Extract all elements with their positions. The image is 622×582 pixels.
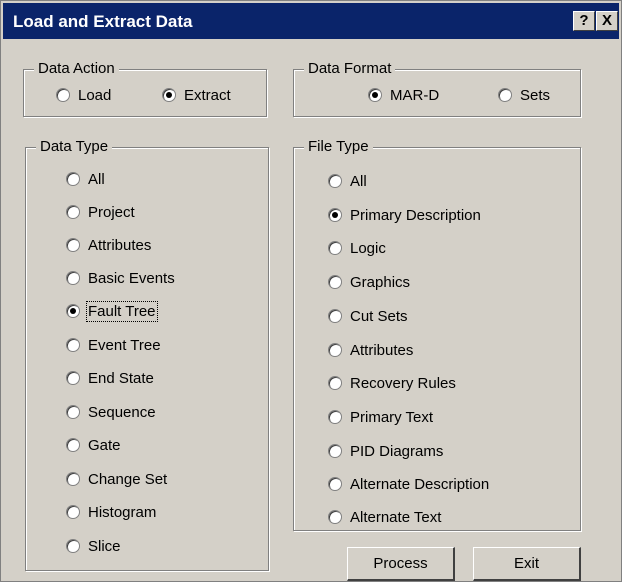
file-type-radio-logic[interactable] (328, 241, 342, 255)
radio-mard-label: MAR-D (390, 86, 440, 104)
file-type-label-all: All (350, 172, 367, 190)
file-type-option-alternate-description[interactable]: Alternate Description (328, 473, 489, 495)
file-type-option-all[interactable]: All (328, 170, 367, 192)
exit-button[interactable]: Exit (473, 547, 581, 581)
radio-sets-circle[interactable] (498, 88, 512, 102)
radio-load[interactable]: Load (56, 84, 111, 106)
file-type-radio-pid-diagrams[interactable] (328, 444, 342, 458)
window-title: Load and Extract Data (13, 12, 193, 31)
data-type-label-histogram: Histogram (88, 503, 157, 521)
data-type-option-sequence[interactable]: Sequence (66, 401, 156, 423)
file-type-radio-graphics[interactable] (328, 275, 342, 289)
data-type-radio-change-set[interactable] (66, 472, 80, 486)
radio-sets[interactable]: Sets (498, 84, 550, 106)
file-type-label-attributes: Attributes (350, 341, 414, 359)
data-type-radio-gate[interactable] (66, 438, 80, 452)
data-type-label-attributes: Attributes (88, 236, 152, 254)
data-type-option-histogram[interactable]: Histogram (66, 501, 156, 523)
radio-sets-label: Sets (520, 86, 551, 104)
data-type-option-slice[interactable]: Slice (66, 535, 121, 557)
file-type-option-pid-diagrams[interactable]: PID Diagrams (328, 440, 443, 462)
file-type-radio-primary-description[interactable] (328, 208, 342, 222)
file-type-label-logic: Logic (350, 239, 386, 257)
radio-extract-circle[interactable] (162, 88, 176, 102)
file-type-radio-attributes[interactable] (328, 343, 342, 357)
data-type-label-project: Project (88, 203, 135, 221)
data-type-label-all: All (88, 170, 105, 188)
file-type-label-alternate-text: Alternate Text (350, 508, 442, 526)
data-type-label-end-state: End State (88, 369, 154, 387)
data-type-label-gate: Gate (88, 436, 121, 454)
radio-mard[interactable]: MAR-D (368, 84, 439, 106)
data-type-radio-event-tree[interactable] (66, 338, 80, 352)
data-format-title: Data Format (304, 60, 396, 78)
title-bar[interactable]: Load and Extract Data ? X (3, 3, 619, 39)
file-type-option-recovery-rules[interactable]: Recovery Rules (328, 372, 456, 394)
file-type-group: File Type All Primary Description Logic … (293, 138, 581, 531)
radio-load-circle[interactable] (56, 88, 70, 102)
data-type-option-change-set[interactable]: Change Set (66, 468, 167, 490)
data-type-option-all[interactable]: All (66, 168, 105, 190)
data-type-label-sequence: Sequence (88, 403, 156, 421)
radio-extract[interactable]: Extract (162, 84, 231, 106)
file-type-label-recovery-rules: Recovery Rules (350, 374, 456, 392)
data-type-label-event-tree: Event Tree (88, 336, 161, 354)
data-type-radio-fault-tree[interactable] (66, 304, 80, 318)
data-type-radio-all[interactable] (66, 172, 80, 186)
file-type-label-cut-sets: Cut Sets (350, 307, 408, 325)
file-type-radio-primary-text[interactable] (328, 410, 342, 424)
file-type-radio-all[interactable] (328, 174, 342, 188)
data-type-option-fault-tree[interactable]: Fault Tree (66, 300, 158, 322)
data-type-group: Data Type All Project Attributes Basic E… (25, 138, 269, 571)
radio-extract-label: Extract (184, 86, 231, 104)
file-type-radio-recovery-rules[interactable] (328, 376, 342, 390)
file-type-label-graphics: Graphics (350, 273, 411, 291)
data-format-group: Data Format MAR-D Sets (293, 60, 581, 117)
file-type-option-graphics[interactable]: Graphics (328, 271, 410, 293)
file-type-label-pid-diagrams: PID Diagrams (350, 442, 444, 460)
data-type-option-project[interactable]: Project (66, 201, 135, 223)
file-type-label-primary-text: Primary Text (350, 408, 434, 426)
radio-load-label: Load (78, 86, 112, 104)
data-type-label-change-set: Change Set (88, 470, 168, 488)
file-type-option-alternate-text[interactable]: Alternate Text (328, 506, 441, 528)
help-button[interactable]: ? (573, 11, 595, 31)
data-type-radio-project[interactable] (66, 205, 80, 219)
dialog-window: Load and Extract Data ? X Data Action Lo… (0, 0, 622, 582)
data-action-group: Data Action Load Extract (23, 60, 267, 117)
file-type-option-logic[interactable]: Logic (328, 237, 386, 259)
data-type-radio-end-state[interactable] (66, 371, 80, 385)
data-type-option-event-tree[interactable]: Event Tree (66, 334, 161, 356)
file-type-option-primary-text[interactable]: Primary Text (328, 406, 433, 428)
data-type-radio-basic-events[interactable] (66, 271, 80, 285)
data-type-radio-slice[interactable] (66, 539, 80, 553)
data-type-option-end-state[interactable]: End State (66, 367, 154, 389)
file-type-label-primary-description: Primary Description (350, 206, 481, 224)
data-type-radio-histogram[interactable] (66, 505, 80, 519)
data-type-radio-sequence[interactable] (66, 405, 80, 419)
file-type-option-primary-description[interactable]: Primary Description (328, 204, 481, 226)
file-type-radio-alternate-description[interactable] (328, 477, 342, 491)
data-type-label-slice: Slice (88, 537, 121, 555)
data-type-label-fault-tree: Fault Tree (86, 300, 158, 322)
data-type-label-basic-events: Basic Events (88, 269, 175, 287)
file-type-radio-cut-sets[interactable] (328, 309, 342, 323)
radio-mard-circle[interactable] (368, 88, 382, 102)
data-type-option-basic-events[interactable]: Basic Events (66, 267, 175, 289)
data-type-radio-attributes[interactable] (66, 238, 80, 252)
file-type-option-attributes[interactable]: Attributes (328, 339, 413, 361)
file-type-option-cut-sets[interactable]: Cut Sets (328, 305, 408, 327)
file-type-title: File Type (304, 138, 373, 156)
data-type-option-gate[interactable]: Gate (66, 434, 121, 456)
file-type-radio-alternate-text[interactable] (328, 510, 342, 524)
data-type-option-attributes[interactable]: Attributes (66, 234, 151, 256)
data-type-title: Data Type (36, 138, 113, 156)
file-type-label-alternate-description: Alternate Description (350, 475, 490, 493)
process-button[interactable]: Process (347, 547, 455, 581)
close-button[interactable]: X (596, 11, 618, 31)
data-action-title: Data Action (34, 60, 119, 78)
